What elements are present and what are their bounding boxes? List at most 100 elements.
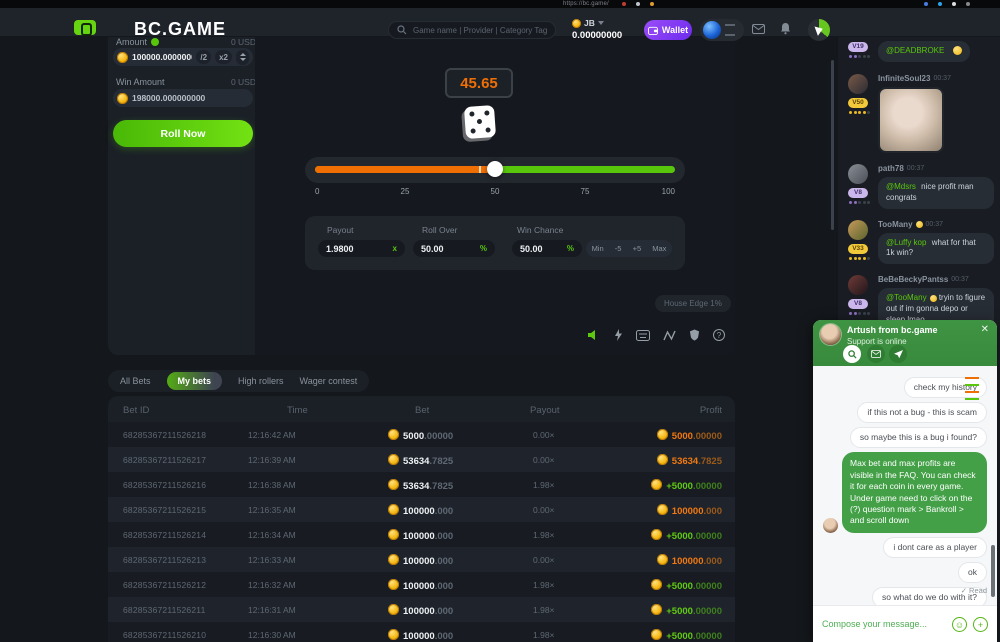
support-agent-name: Artush from bc.game — [847, 325, 938, 335]
profile-menu[interactable] — [700, 19, 744, 41]
coin-icon — [388, 554, 399, 565]
browser-extension-icon[interactable] — [650, 2, 654, 6]
chat-username[interactable]: TooMany — [878, 220, 913, 229]
mention-link[interactable]: @Luffy kop — [886, 238, 926, 247]
chat-username[interactable]: path78 — [878, 164, 904, 173]
visitor-message-bubble: ok — [958, 562, 987, 583]
min-button[interactable]: Min — [592, 244, 604, 253]
bonus-spin-icon[interactable] — [808, 19, 830, 41]
support-send-button[interactable] — [889, 345, 907, 363]
col-bet-id: Bet ID — [123, 405, 149, 416]
mention-link[interactable]: @Mdsrs — [886, 182, 916, 191]
minus5-button[interactable]: -5 — [615, 244, 622, 253]
half-bet-button[interactable]: /2 — [196, 50, 211, 64]
balance-selector[interactable]: JB 0.00000000 — [572, 18, 622, 41]
tab-my-bets[interactable]: My bets — [167, 372, 223, 390]
roll-over-unit: % — [480, 244, 487, 253]
mention-link[interactable]: @DEADBROKE — [886, 46, 944, 55]
wallet-button[interactable]: Wallet — [644, 20, 692, 40]
browser-extension-icon[interactable] — [938, 2, 942, 6]
chat-message: TooMany 00:37 V33 @Luffy kop what for th… — [848, 220, 994, 265]
sound-icon[interactable] — [587, 329, 600, 341]
turbo-icon[interactable] — [613, 329, 623, 341]
browser-extension-icon[interactable] — [966, 2, 970, 6]
bet-table-row[interactable]: 68285367211526213 12:16:33 AM 100000.000… — [108, 547, 735, 572]
chat-username-row[interactable]: BeBeBeckyPantss 00:37 — [878, 275, 994, 284]
chevron-down-icon — [598, 21, 604, 25]
chat-username-row[interactable]: path78 00:37 — [878, 164, 994, 173]
emoji-icon[interactable]: ☺ — [952, 617, 967, 632]
tab-all-bets[interactable]: All Bets — [120, 376, 151, 386]
col-time: Time — [287, 405, 308, 416]
brand-title[interactable]: BC.GAME — [134, 19, 226, 40]
page-scrollbar[interactable] — [831, 60, 834, 230]
plus5-button[interactable]: +5 — [633, 244, 642, 253]
double-bet-button[interactable]: x2 — [215, 50, 232, 64]
support-scrollbar[interactable] — [991, 545, 995, 597]
avatar[interactable] — [848, 164, 868, 184]
browser-extension-icon[interactable] — [924, 2, 928, 6]
browser-extension-icon[interactable] — [636, 2, 640, 6]
support-close-icon[interactable]: ✕ — [981, 324, 989, 335]
win-amount-input[interactable]: 198000.000000000 — [113, 89, 253, 107]
attach-icon[interactable]: + — [973, 617, 988, 632]
mail-icon[interactable] — [752, 24, 765, 34]
support-header: Artush from bc.game Support is online ✕ — [813, 320, 997, 366]
browser-url[interactable]: https://bc.game/ — [563, 1, 609, 7]
chat-username[interactable]: BeBeBeckyPantss — [878, 275, 948, 284]
result-marker — [479, 166, 481, 173]
bet-table-row[interactable]: 68285367211526217 12:16:39 AM 53634.7825… — [108, 447, 735, 472]
roll-over-field[interactable]: 50.00 % — [413, 240, 495, 257]
avatar[interactable] — [848, 74, 868, 94]
support-search-button[interactable] — [843, 345, 861, 363]
trends-icon[interactable] — [663, 330, 676, 341]
bet-table-row[interactable]: 68285367211526212 12:16:32 AM 100000.000… — [108, 572, 735, 597]
roll-slider[interactable] — [305, 157, 685, 183]
coin-icon — [388, 529, 399, 540]
bet-table-row[interactable]: 68285367211526211 12:16:31 AM 100000.000… — [108, 597, 735, 622]
mention-link[interactable]: @TooMany — [886, 293, 927, 302]
avatar[interactable] — [848, 220, 868, 240]
tab-wager-contest[interactable]: Wager contest — [300, 376, 358, 386]
win-chance-field[interactable]: 50.00 % — [512, 240, 582, 257]
avatar[interactable] — [703, 21, 721, 39]
tab-high-rollers[interactable]: High rollers — [238, 376, 284, 386]
chat-image-attachment[interactable] — [878, 87, 944, 153]
chat-username-row[interactable]: InfiniteSoul23 00:37 — [878, 74, 994, 83]
support-email-button[interactable] — [867, 345, 885, 363]
bet-amount: 5000.00000 — [388, 422, 453, 447]
agent-message-bubble: Max bet and max profits are visible in t… — [842, 452, 987, 533]
bet-table-row[interactable]: 68285367211526218 12:16:42 AM 5000.00000… — [108, 422, 735, 447]
help-icon[interactable]: ? — [713, 329, 725, 341]
bell-icon[interactable] — [780, 22, 791, 35]
bet-amount-input[interactable]: 100000.00000000 /2 x2 — [113, 48, 253, 66]
roll-now-button[interactable]: Roll Now — [113, 120, 253, 147]
amount-usd-value: 0 USD — [231, 37, 256, 47]
bet-table-row[interactable]: 68285367211526216 12:16:38 AM 53634.7825… — [108, 472, 735, 497]
bet-id: 68285367211526217 — [123, 455, 206, 465]
search-placeholder: Game name | Provider | Category Tag — [413, 26, 547, 35]
chat-username-row[interactable]: TooMany 00:37 — [878, 220, 994, 229]
chat-username[interactable]: InfiniteSoul23 — [878, 74, 930, 83]
fairness-shield-icon[interactable] — [689, 329, 700, 341]
support-compose-bar[interactable]: Compose your message... ☺ + — [813, 605, 997, 642]
chat-message: InfiniteSoul23 00:37 V50 — [848, 74, 994, 153]
bet-table-row[interactable]: 68285367211526214 12:16:34 AM 100000.000… — [108, 522, 735, 547]
payout-field[interactable]: 1.9800 x — [318, 240, 405, 257]
bet-amount: 100000.000 — [388, 572, 453, 597]
search-input[interactable]: Game name | Provider | Category Tag — [388, 21, 556, 39]
slider-handle[interactable] — [487, 161, 503, 177]
browser-extension-icon[interactable] — [622, 2, 626, 6]
amount-stepper[interactable] — [236, 50, 249, 65]
bet-payout: 1.98× — [533, 580, 555, 590]
max-button[interactable]: Max — [652, 244, 666, 253]
bet-table-row[interactable]: 68285367211526215 12:16:35 AM 100000.000… — [108, 497, 735, 522]
slider-track[interactable] — [315, 166, 675, 173]
support-messages: check my historyif this not a bug - this… — [813, 366, 997, 605]
avatar[interactable] — [848, 275, 868, 295]
hotkeys-icon[interactable] — [636, 330, 650, 341]
bet-table-row[interactable]: 68285367211526210 12:16:30 AM 100000.000… — [108, 622, 735, 642]
bc-logo-icon[interactable] — [74, 20, 96, 35]
roll-result-display: 45.65 — [445, 68, 513, 98]
browser-extension-icon[interactable] — [952, 2, 956, 6]
